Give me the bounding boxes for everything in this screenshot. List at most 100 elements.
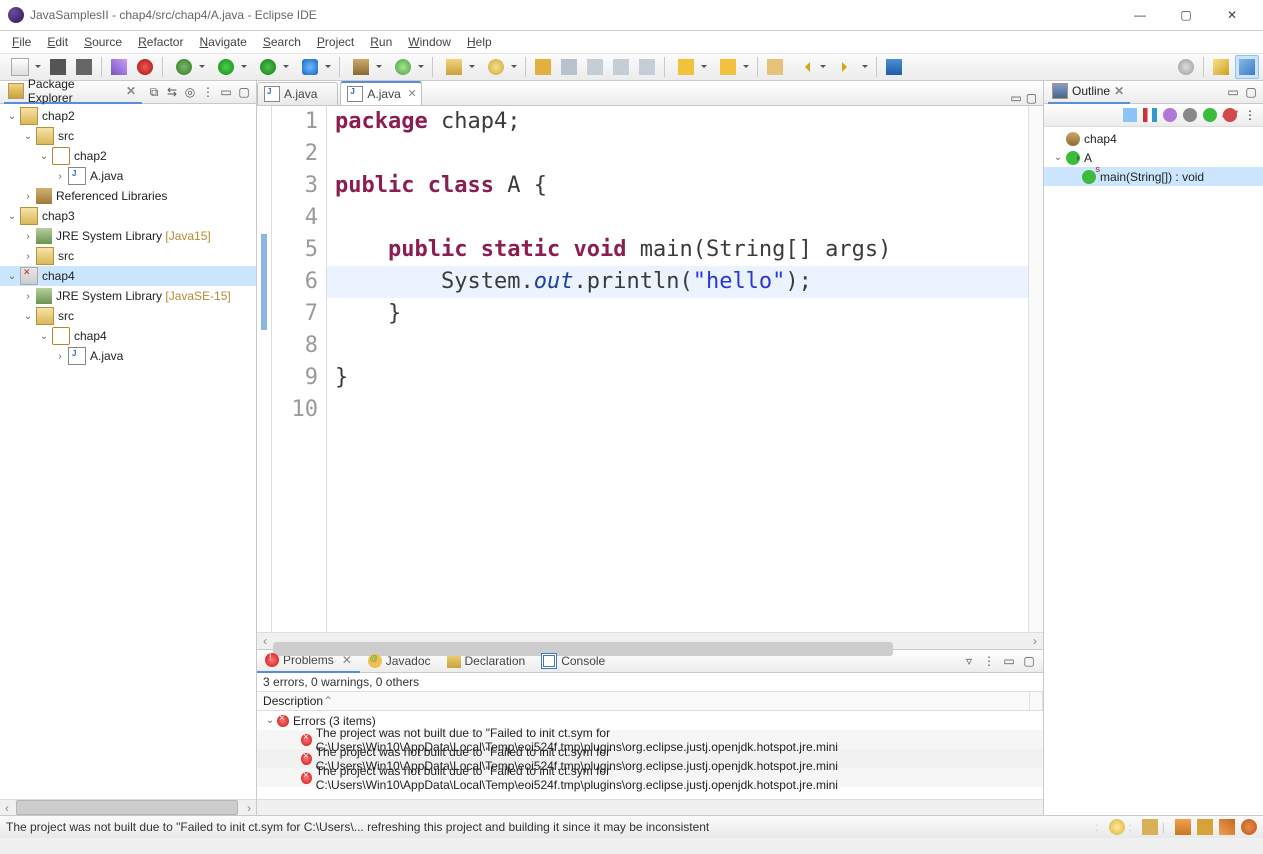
forward-button[interactable] [831, 55, 871, 79]
tutorials-icon[interactable] [1197, 819, 1213, 835]
tree-item-cu[interactable]: A.java [0, 346, 256, 366]
overview-ruler[interactable] [1028, 106, 1043, 632]
view-menu-button[interactable]: ⋮ [981, 653, 997, 669]
editor[interactable]: 1 2 3 4 5 6 7 8 9 10 package chap4; publ… [257, 106, 1043, 632]
maximize-view-button[interactable]: ▢ [1243, 84, 1259, 100]
editor-tab[interactable]: A.java [257, 82, 338, 105]
new-java-package-button[interactable] [345, 55, 385, 79]
view-title-tab[interactable]: Outline ✕ [1048, 80, 1130, 104]
minimize-editor-button[interactable]: ▭ [1010, 91, 1021, 105]
progress-icon[interactable] [1142, 819, 1158, 835]
twistie-icon[interactable] [20, 311, 36, 322]
tree-item-libraries[interactable]: Referenced Libraries [0, 186, 256, 206]
new-java-class-button[interactable] [387, 55, 427, 79]
twistie-icon[interactable] [4, 271, 20, 282]
horizontal-scrollbar[interactable]: ‹ › [0, 799, 256, 815]
twistie-icon[interactable] [20, 231, 36, 242]
sort-button[interactable] [1141, 106, 1159, 124]
twistie-icon[interactable] [20, 291, 36, 302]
view-menu-button[interactable]: ⋮ [1241, 106, 1259, 124]
prev-annotation-button[interactable] [712, 55, 752, 79]
package-explorer-tree[interactable]: chap2 src chap2 A.java Referenced Librar [0, 104, 256, 799]
focus-task-button[interactable]: ◎ [182, 84, 198, 100]
menu-source[interactable]: Source [76, 33, 130, 51]
hide-fields-button[interactable] [1161, 106, 1179, 124]
show-selected-element-button[interactable] [635, 55, 659, 79]
menu-refactor[interactable]: Refactor [130, 33, 191, 51]
toggle-mark-button[interactable] [531, 55, 555, 79]
collapse-all-button[interactable]: ⧉ [146, 84, 162, 100]
hide-nonpublic-button[interactable] [1201, 106, 1219, 124]
tree-item-cu[interactable]: A.java [0, 166, 256, 186]
menu-run[interactable]: Run [362, 33, 400, 51]
outline-tree[interactable]: chap4 A main(String[]) : void [1044, 127, 1263, 815]
debug-button[interactable] [168, 55, 208, 79]
open-perspective-button[interactable] [1209, 55, 1233, 79]
twistie-icon[interactable] [263, 715, 277, 726]
close-view-icon[interactable]: ✕ [1114, 84, 1124, 98]
run-button[interactable] [210, 55, 250, 79]
problems-h-scrollbar[interactable] [257, 799, 1043, 815]
filter-button[interactable]: ▿ [961, 653, 977, 669]
tree-item-project[interactable]: chap4 [0, 266, 256, 286]
close-tab-icon[interactable]: ✕ [408, 87, 417, 100]
menu-search[interactable]: Search [255, 33, 309, 51]
twistie-icon[interactable] [20, 251, 36, 262]
whatsnew-icon[interactable] [1219, 819, 1235, 835]
twistie-icon[interactable] [20, 131, 36, 142]
tree-item-jre[interactable]: JRE System Library [JavaSE-15] [0, 286, 256, 306]
restore-icon[interactable] [1241, 819, 1257, 835]
pin-editor-button[interactable] [882, 55, 906, 79]
last-edit-location-button[interactable] [763, 55, 787, 79]
maximize-button[interactable]: ▢ [1163, 0, 1209, 30]
outline-item-method[interactable]: main(String[]) : void [1044, 167, 1263, 186]
maximize-view-button[interactable]: ▢ [1021, 653, 1037, 669]
show-whitespace-button[interactable] [583, 55, 607, 79]
outline-item-class[interactable]: A [1044, 148, 1263, 167]
external-tools-button[interactable] [294, 55, 334, 79]
minimize-button[interactable]: — [1117, 0, 1163, 30]
tip-of-day-icon[interactable] [1109, 819, 1125, 835]
minimize-view-button[interactable]: ▭ [218, 84, 234, 100]
open-type-button[interactable] [438, 55, 478, 79]
minimize-view-button[interactable]: ▭ [1225, 84, 1241, 100]
toggle-breadcrumb-button[interactable] [107, 55, 131, 79]
editor-h-scrollbar[interactable]: ‹› [257, 632, 1043, 649]
view-menu-button[interactable]: ⋮ [200, 84, 216, 100]
menu-navigate[interactable]: Navigate [191, 33, 254, 51]
twistie-icon[interactable] [4, 211, 20, 222]
code-area[interactable]: package chap4; public class A { public s… [327, 106, 1028, 632]
toggle-block-button[interactable] [557, 55, 581, 79]
twistie-icon[interactable] [20, 191, 36, 202]
tree-item-project[interactable]: chap3 [0, 206, 256, 226]
new-button[interactable] [4, 55, 44, 79]
column-description[interactable]: Description [257, 692, 1030, 710]
back-button[interactable] [789, 55, 829, 79]
save-all-button[interactable] [72, 55, 96, 79]
marker-ruler[interactable] [257, 106, 272, 632]
maximize-view-button[interactable]: ▢ [236, 84, 252, 100]
samples-icon[interactable] [1175, 819, 1191, 835]
tree-item-jre[interactable]: JRE System Library [Java15] [0, 226, 256, 246]
menu-help[interactable]: Help [459, 33, 500, 51]
hide-local-button[interactable] [1221, 106, 1239, 124]
java-perspective-button[interactable] [1235, 55, 1259, 79]
skip-breakpoints-button[interactable] [133, 55, 157, 79]
tree-item-srcfolder[interactable]: src [0, 306, 256, 326]
hide-static-button[interactable] [1181, 106, 1199, 124]
outline-item-package[interactable]: chap4 [1044, 129, 1263, 148]
tree-item-project[interactable]: chap2 [0, 106, 256, 126]
tree-item-package[interactable]: chap2 [0, 146, 256, 166]
close-view-icon[interactable]: ✕ [126, 84, 136, 98]
tree-item-srcfolder[interactable]: src [0, 246, 256, 266]
tree-item-package[interactable]: chap4 [0, 326, 256, 346]
close-button[interactable]: ✕ [1209, 0, 1255, 30]
twistie-icon[interactable] [52, 351, 68, 362]
search-button[interactable] [480, 55, 520, 79]
editor-tab[interactable]: A.java ✕ [340, 81, 421, 105]
twistie-icon[interactable] [36, 151, 52, 162]
save-button[interactable] [46, 55, 70, 79]
tree-item-srcfolder[interactable]: src [0, 126, 256, 146]
next-annotation-button[interactable] [670, 55, 710, 79]
twistie-icon[interactable] [52, 171, 68, 182]
